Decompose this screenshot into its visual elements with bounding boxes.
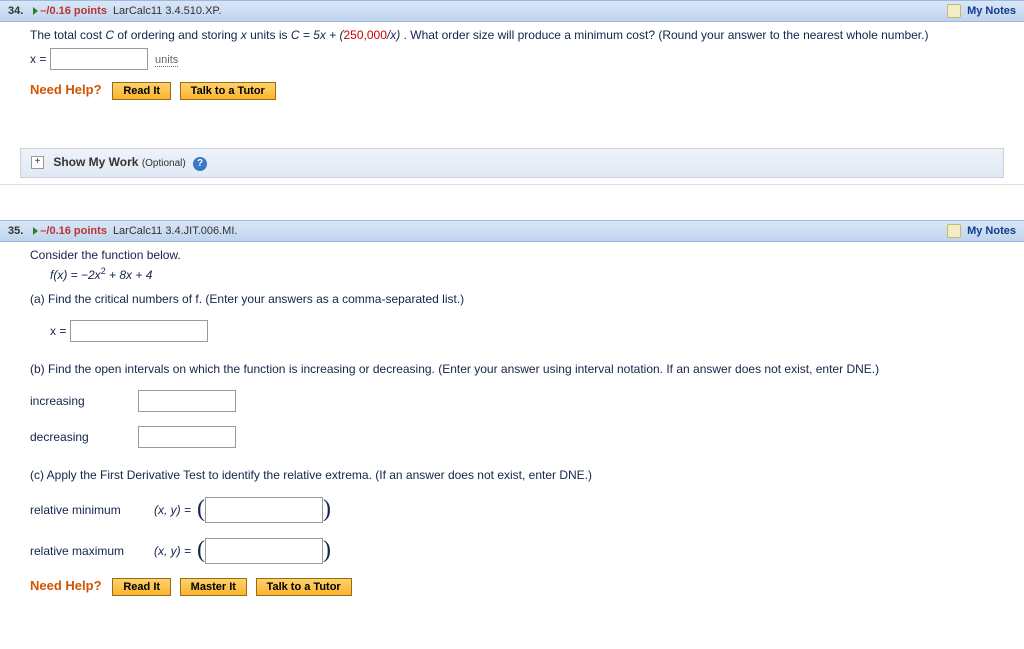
increasing-input[interactable] <box>138 390 236 412</box>
show-my-work-bar[interactable]: + Show My Work (Optional) ? <box>20 148 1004 178</box>
rel-min-label: relative minimum <box>30 503 150 517</box>
note-icon <box>947 224 961 238</box>
rel-max-input[interactable] <box>205 538 323 564</box>
cost-constant: 250,000 <box>344 28 387 42</box>
question-body: The total cost C of ordering and storing… <box>0 22 1024 118</box>
expand-icon[interactable] <box>33 7 38 15</box>
source-label: LarCalc11 3.4.510.XP. <box>113 5 221 17</box>
note-icon <box>947 4 961 18</box>
talk-tutor-button[interactable]: Talk to a Tutor <box>256 578 352 596</box>
increasing-row: increasing <box>30 390 994 412</box>
rel-max-row: relative maximum (x, y) = ( ) <box>30 537 994 564</box>
read-it-button[interactable]: Read It <box>112 578 171 596</box>
open-paren-icon: ( <box>197 496 205 523</box>
show-work-label: Show My Work <box>53 155 138 169</box>
source-label: LarCalc11 3.4.JIT.006.MI. <box>113 225 238 237</box>
my-notes-link[interactable]: My Notes <box>947 224 1016 238</box>
question-number: 35. <box>8 225 23 237</box>
x-equals-label: x = <box>50 324 66 338</box>
increasing-label: increasing <box>30 394 138 408</box>
part-c-text: (c) Apply the First Derivative Test to i… <box>30 468 994 482</box>
intro-text: Consider the function below. <box>30 248 994 262</box>
question-header: 35. –/0.16 points LarCalc11 3.4.JIT.006.… <box>0 220 1024 242</box>
optional-label: (Optional) <box>142 158 186 169</box>
part-b-text: (b) Find the open intervals on which the… <box>30 362 994 376</box>
help-icon[interactable]: ? <box>193 157 207 171</box>
read-it-button[interactable]: Read It <box>112 82 171 100</box>
expand-icon[interactable] <box>33 227 38 235</box>
close-paren-icon: ) <box>323 496 331 523</box>
question-body: Consider the function below. f(x) = −2x2… <box>0 242 1024 614</box>
need-help-row: Need Help? Read It Master It Talk to a T… <box>30 578 994 596</box>
rel-min-row: relative minimum (x, y) = ( ) <box>30 496 994 523</box>
answer-row: x = units <box>30 48 994 70</box>
units-label: units <box>155 54 178 67</box>
xy-equals: (x, y) = <box>154 544 191 558</box>
answer-input-x[interactable] <box>50 48 148 70</box>
talk-tutor-button[interactable]: Talk to a Tutor <box>180 82 276 100</box>
expand-toggle-icon[interactable]: + <box>31 156 44 169</box>
rel-max-label: relative maximum <box>30 544 150 558</box>
close-paren-icon: ) <box>323 537 331 564</box>
need-help-label: Need Help? <box>30 578 102 593</box>
question-34: 34. –/0.16 points LarCalc11 3.4.510.XP. … <box>0 0 1024 185</box>
decreasing-label: decreasing <box>30 430 138 444</box>
function-definition: f(x) = −2x2 + 8x + 4 <box>50 266 994 282</box>
my-notes-text: My Notes <box>967 5 1016 17</box>
question-number: 34. <box>8 5 23 17</box>
question-header: 34. –/0.16 points LarCalc11 3.4.510.XP. … <box>0 0 1024 22</box>
my-notes-link[interactable]: My Notes <box>947 4 1016 18</box>
need-help-row: Need Help? Read It Talk to a Tutor <box>30 82 994 100</box>
xy-equals: (x, y) = <box>154 503 191 517</box>
my-notes-text: My Notes <box>967 225 1016 237</box>
x-equals-label: x = <box>30 52 46 66</box>
question-35: 35. –/0.16 points LarCalc11 3.4.JIT.006.… <box>0 220 1024 614</box>
problem-statement: The total cost C of ordering and storing… <box>30 28 994 42</box>
need-help-label: Need Help? <box>30 82 102 97</box>
master-it-button[interactable]: Master It <box>180 578 247 596</box>
decreasing-input[interactable] <box>138 426 236 448</box>
part-a-text: (a) Find the critical numbers of f. (Ent… <box>30 292 994 306</box>
points-label: –/0.16 points <box>40 5 107 17</box>
part-a-input-row: x = <box>50 320 994 342</box>
rel-min-input[interactable] <box>205 497 323 523</box>
decreasing-row: decreasing <box>30 426 994 448</box>
critical-numbers-input[interactable] <box>70 320 208 342</box>
points-label: –/0.16 points <box>40 225 107 237</box>
open-paren-icon: ( <box>197 537 205 564</box>
divider <box>0 184 1024 185</box>
